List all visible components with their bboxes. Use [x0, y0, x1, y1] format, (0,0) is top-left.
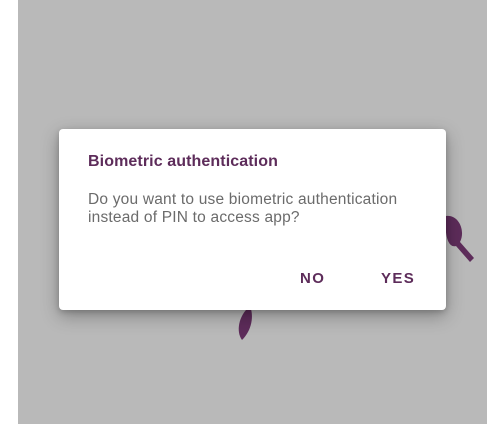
yes-button[interactable]: YES — [381, 270, 415, 287]
no-button[interactable]: NO — [300, 270, 325, 287]
leaf-icon — [238, 306, 252, 340]
dialog-message: Do you want to use biometric authenticat… — [88, 191, 398, 226]
dialog-title: Biometric authentication — [88, 153, 278, 170]
biometric-dialog: Biometric authentication Do you want to … — [59, 129, 446, 310]
